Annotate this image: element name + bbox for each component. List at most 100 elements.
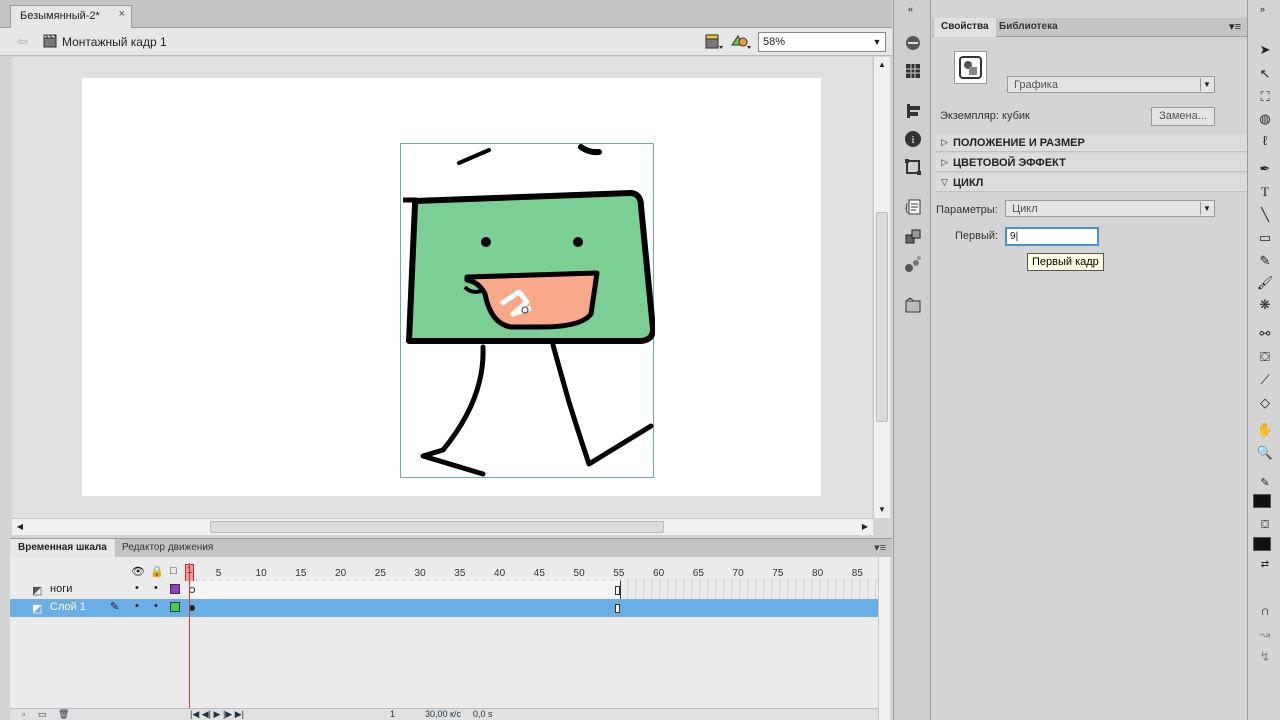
hand-icon[interactable]: ✋: [1256, 421, 1274, 439]
timeline-scrollbar[interactable]: [878, 557, 890, 720]
expand-icon[interactable]: ▷: [941, 137, 948, 148]
collapse-icon[interactable]: «: [908, 4, 913, 14]
expand-icon[interactable]: »: [1260, 4, 1265, 14]
loop-options-select[interactable]: Цикл ▼: [1005, 200, 1215, 217]
scroll-thumb[interactable]: [876, 212, 888, 422]
chevron-down-icon[interactable]: ▼: [1200, 78, 1213, 91]
line-icon[interactable]: ╲: [1256, 206, 1274, 224]
collapse-icon[interactable]: ▽: [941, 177, 948, 188]
eye-icon[interactable]: 👁: [131, 565, 145, 578]
playback-controls-icon[interactable]: |◀ ◀| ▶ |▶ ▶|: [190, 709, 244, 720]
text-icon[interactable]: T: [1256, 183, 1274, 201]
panel-menu-icon[interactable]: ▾≡: [874, 541, 886, 554]
eraser-icon[interactable]: ◇: [1256, 394, 1274, 412]
lock-dot[interactable]: •: [154, 600, 158, 612]
stroke-color-swatch[interactable]: [1253, 494, 1271, 508]
layer-name[interactable]: Слой 1: [50, 601, 86, 613]
symbol-instance-cube[interactable]: [400, 143, 655, 478]
layer-color-swatch[interactable]: [170, 584, 180, 594]
edit-scene-icon[interactable]: [704, 33, 724, 51]
deco-icon[interactable]: ❋: [1256, 296, 1274, 314]
layer-color-swatch[interactable]: [170, 602, 180, 612]
edit-symbols-icon[interactable]: [730, 33, 752, 51]
zoom-dropdown[interactable]: 58% ▼: [758, 32, 886, 52]
3d-rotation-icon[interactable]: ◍: [1256, 110, 1274, 128]
swap-button[interactable]: Замена...: [1151, 107, 1215, 126]
smooth-icon[interactable]: ↝: [1256, 626, 1274, 644]
layer-frames[interactable]: [188, 599, 878, 617]
stage-vertical-scrollbar[interactable]: ▲ ▼: [873, 57, 890, 518]
expand-icon[interactable]: ▷: [941, 157, 948, 168]
pen-icon[interactable]: ✒: [1256, 160, 1274, 178]
motion-presets-icon[interactable]: [904, 34, 922, 52]
tab-properties[interactable]: Свойства: [934, 18, 996, 37]
close-icon[interactable]: ×: [119, 8, 125, 20]
swap-colors-icon[interactable]: ⇄: [1256, 556, 1274, 574]
fill-color-swatch[interactable]: [1253, 537, 1271, 551]
color-icon[interactable]: [904, 102, 922, 120]
chevron-down-icon[interactable]: ▼: [870, 34, 884, 50]
first-frame-input[interactable]: 9|: [1005, 227, 1099, 246]
delete-layer-icon[interactable]: 🗑: [58, 709, 69, 720]
new-folder-icon[interactable]: ▭: [38, 709, 47, 720]
layer-row[interactable]: ◩ ноги • •: [10, 581, 878, 599]
layer-row-selected[interactable]: ◩ Слой 1 ✎ • •: [10, 599, 878, 617]
back-arrow-icon[interactable]: ⇦: [17, 34, 28, 50]
document-tab-bar: Безымянный-2* ×: [0, 0, 892, 28]
project-icon[interactable]: [904, 296, 922, 314]
scroll-left-icon[interactable]: ◀: [12, 519, 28, 535]
end-frame[interactable]: [615, 586, 620, 595]
visibility-dot[interactable]: •: [135, 600, 139, 612]
ruler-number: 85: [851, 568, 863, 579]
panel-menu-icon[interactable]: ▾≡: [1229, 20, 1241, 33]
lasso-icon[interactable]: ℓ: [1256, 132, 1274, 150]
chevron-down-icon[interactable]: ▼: [1200, 202, 1213, 215]
lock-dot[interactable]: •: [154, 582, 158, 594]
fill-color-icon[interactable]: ⛋: [1256, 516, 1274, 534]
section-color-effect[interactable]: ▷ ЦВЕТОВОЙ ЭФФЕКТ: [936, 154, 1247, 172]
tab-timeline[interactable]: Временная шкала: [10, 539, 115, 558]
outline-icon[interactable]: □: [170, 565, 177, 577]
scroll-thumb[interactable]: [210, 521, 664, 533]
new-layer-icon[interactable]: ▫: [22, 709, 25, 719]
stroke-color-icon[interactable]: ✎: [1256, 474, 1274, 492]
behaviors-icon[interactable]: [904, 256, 922, 274]
code-snippets-icon[interactable]: {: [904, 198, 922, 216]
layer-frames[interactable]: [188, 581, 878, 599]
subselection-icon[interactable]: ↖: [1256, 65, 1274, 83]
components-icon[interactable]: [904, 228, 922, 246]
tab-motion-editor[interactable]: Редактор движения: [114, 539, 221, 558]
section-loop[interactable]: ▽ ЦИКЛ: [936, 174, 1247, 192]
visibility-dot[interactable]: •: [135, 582, 139, 594]
rectangle-icon[interactable]: ▭: [1256, 229, 1274, 247]
pencil-icon[interactable]: ✎: [1256, 252, 1274, 270]
straighten-icon[interactable]: ↯: [1256, 648, 1274, 666]
layer-name-area[interactable]: ◩ Слой 1 ✎ • •: [10, 599, 186, 617]
brush-icon[interactable]: 🖌: [1256, 274, 1274, 292]
transform-icon[interactable]: [904, 158, 922, 176]
align-icon[interactable]: [904, 62, 922, 80]
paint-bucket-icon[interactable]: ⛋: [1256, 348, 1274, 366]
eyedropper-icon[interactable]: ⟋: [1256, 371, 1274, 389]
layer-name-area[interactable]: ◩ ноги • •: [10, 581, 186, 599]
bone-icon[interactable]: ⚯: [1256, 325, 1274, 343]
free-transform-icon[interactable]: ⛶: [1256, 88, 1274, 106]
scroll-right-icon[interactable]: ▶: [857, 519, 873, 535]
layer-name[interactable]: ноги: [50, 583, 72, 595]
frame-rate[interactable]: 30,00 к/с: [425, 709, 461, 719]
tab-library[interactable]: Библиотека: [992, 18, 1065, 37]
info-icon[interactable]: i: [904, 130, 922, 148]
svg-text:i: i: [911, 134, 914, 146]
selection-icon[interactable]: ➤: [1256, 41, 1274, 59]
scroll-down-icon[interactable]: ▼: [874, 502, 890, 518]
stage-horizontal-scrollbar[interactable]: ◀ ▶: [12, 518, 873, 535]
end-frame[interactable]: [615, 604, 620, 613]
symbol-type-select[interactable]: Графика ▼: [1007, 76, 1215, 93]
scroll-up-icon[interactable]: ▲: [874, 57, 890, 73]
document-tab[interactable]: Безымянный-2* ×: [10, 5, 132, 28]
snap-magnet-icon[interactable]: ∩: [1256, 602, 1274, 620]
zoom-icon[interactable]: 🔍: [1256, 444, 1274, 462]
section-position-size[interactable]: ▷ ПОЛОЖЕНИЕ И РАЗМЕР: [936, 134, 1247, 152]
lock-icon[interactable]: 🔒: [150, 565, 164, 578]
stage[interactable]: [82, 78, 821, 496]
